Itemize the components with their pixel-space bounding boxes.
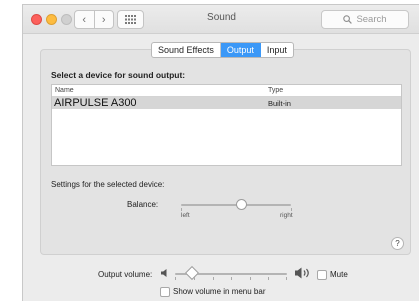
balance-tick [181,208,182,211]
tab-bar: Sound Effects Output Input [151,42,294,58]
volume-tick [213,277,214,280]
help-button[interactable]: ? [391,237,404,250]
column-type-header[interactable]: Type [268,87,283,94]
table-header: Name Type [52,85,401,97]
title-bar: ‹ › Sound Search [23,5,419,34]
tab-output[interactable]: Output [220,43,261,57]
device-list-heading: Select a device for sound output: [51,70,186,80]
balance-tick [291,208,292,211]
device-name: AIRPULSE A300 [54,97,137,109]
search-field[interactable]: Search [321,10,409,29]
speaker-low-icon [161,269,167,277]
volume-tick [268,277,269,280]
output-volume-label: Output volume: [98,270,153,279]
speaker-high-icon [295,267,309,279]
mute-checkbox[interactable] [317,270,327,280]
device-table[interactable]: Name Type AIRPULSE A300 Built-in [51,84,402,166]
balance-label: Balance: [127,200,159,209]
sound-preferences-window: ‹ › Sound Search Sound Effects Output In… [22,4,419,301]
tab-input[interactable]: Input [261,43,293,57]
volume-tick [250,277,251,280]
volume-slider-thumb[interactable] [184,265,199,281]
balance-right-label: right [280,212,293,219]
mute-label: Mute [330,270,348,279]
volume-tick [286,277,287,280]
column-name-header[interactable]: Name [55,87,74,94]
show-volume-checkbox[interactable] [160,287,170,297]
settings-label: Settings for the selected device: [51,180,165,189]
balance-left-label: left [181,212,190,219]
search-placeholder: Search [356,14,387,25]
balance-slider-thumb[interactable] [236,199,247,210]
tab-sound-effects[interactable]: Sound Effects [152,43,221,57]
table-row[interactable]: AIRPULSE A300 Built-in [52,97,401,109]
device-type: Built-in [268,99,291,108]
output-panel: Select a device for sound output: Name T… [40,49,411,255]
show-volume-label: Show volume in menu bar [173,287,266,296]
volume-tick [175,277,176,280]
volume-tick [231,277,232,280]
search-icon [343,15,353,24]
